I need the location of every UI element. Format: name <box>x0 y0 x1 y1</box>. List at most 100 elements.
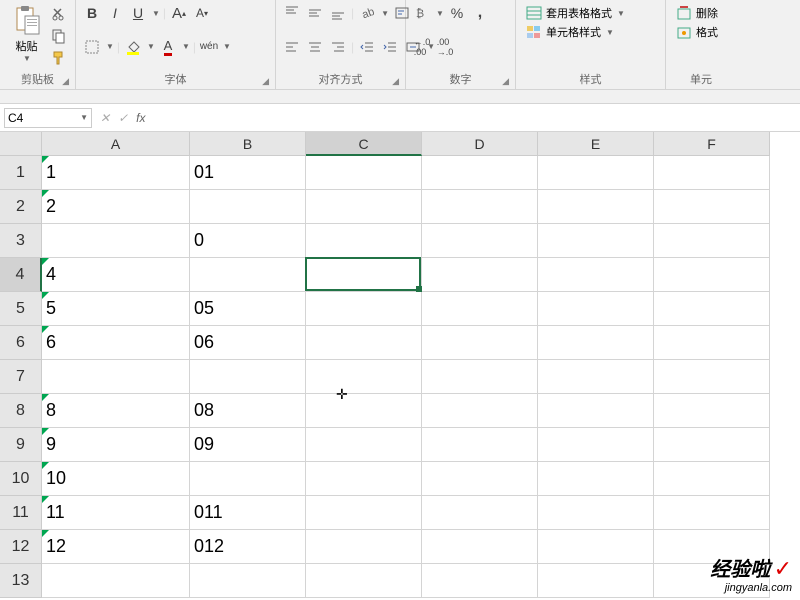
column-header-C[interactable]: C <box>306 132 422 156</box>
cell-B12[interactable]: 012 <box>190 530 306 564</box>
cell-C9[interactable] <box>306 428 422 462</box>
cell-B3[interactable]: 0 <box>190 224 306 258</box>
cell-D8[interactable] <box>422 394 538 428</box>
row-header-3[interactable]: 3 <box>0 224 42 258</box>
cell-D6[interactable] <box>422 326 538 360</box>
column-header-F[interactable]: F <box>654 132 770 156</box>
cell-F10[interactable] <box>654 462 770 496</box>
cell-C7[interactable] <box>306 360 422 394</box>
chevron-down-icon[interactable]: ▼ <box>80 113 88 122</box>
column-header-A[interactable]: A <box>42 132 190 156</box>
cell-B2[interactable] <box>190 190 306 224</box>
fill-color-button[interactable] <box>123 37 143 57</box>
cell-D12[interactable] <box>422 530 538 564</box>
row-header-13[interactable]: 13 <box>0 564 42 598</box>
increase-indent-button[interactable] <box>380 37 400 57</box>
cell-A3[interactable] <box>42 224 190 258</box>
orientation-button[interactable]: ab <box>357 3 377 23</box>
cell-styles-button[interactable]: 单元格样式▼ <box>522 23 659 41</box>
cell-C2[interactable] <box>306 190 422 224</box>
row-header-1[interactable]: 1 <box>0 156 42 190</box>
paste-button[interactable]: 粘贴 ▼ <box>6 2 47 68</box>
cell-E1[interactable] <box>538 156 654 190</box>
cell-F8[interactable] <box>654 394 770 428</box>
row-header-10[interactable]: 10 <box>0 462 42 496</box>
cell-A10[interactable]: 10 <box>42 462 190 496</box>
cell-D5[interactable] <box>422 292 538 326</box>
cell-B7[interactable] <box>190 360 306 394</box>
align-right-button[interactable] <box>328 37 348 57</box>
cell-E3[interactable] <box>538 224 654 258</box>
chevron-down-icon[interactable]: ▼ <box>223 42 231 51</box>
cell-A13[interactable] <box>42 564 190 598</box>
align-center-button[interactable] <box>305 37 325 57</box>
align-left-button[interactable] <box>282 37 302 57</box>
cell-F9[interactable] <box>654 428 770 462</box>
cell-D4[interactable] <box>422 258 538 292</box>
cell-F1[interactable] <box>654 156 770 190</box>
copy-button[interactable] <box>49 26 69 46</box>
cell-C6[interactable] <box>306 326 422 360</box>
row-header-6[interactable]: 6 <box>0 326 42 360</box>
format-painter-button[interactable] <box>49 48 69 68</box>
cell-E4[interactable] <box>538 258 654 292</box>
cell-A7[interactable] <box>42 360 190 394</box>
cell-C4[interactable] <box>306 258 422 292</box>
dialog-launcher-icon[interactable]: ◢ <box>392 76 399 87</box>
cell-B9[interactable]: 09 <box>190 428 306 462</box>
cell-C3[interactable] <box>306 224 422 258</box>
name-box[interactable]: C4 ▼ <box>4 108 92 128</box>
dialog-launcher-icon[interactable]: ◢ <box>262 76 269 87</box>
cell-F7[interactable] <box>654 360 770 394</box>
cell-D2[interactable] <box>422 190 538 224</box>
cell-F4[interactable] <box>654 258 770 292</box>
cell-A1[interactable]: 1 <box>42 156 190 190</box>
cell-E2[interactable] <box>538 190 654 224</box>
row-header-2[interactable]: 2 <box>0 190 42 224</box>
cell-E6[interactable] <box>538 326 654 360</box>
accept-formula-button[interactable]: ✓ <box>118 111 128 125</box>
cell-E5[interactable] <box>538 292 654 326</box>
decrease-font-button[interactable]: A▾ <box>192 3 212 23</box>
row-header-9[interactable]: 9 <box>0 428 42 462</box>
align-middle-button[interactable] <box>305 3 325 23</box>
align-top-button[interactable] <box>282 3 302 23</box>
increase-decimal-button[interactable]: ←.0.00 <box>412 37 432 57</box>
select-all-corner[interactable] <box>0 132 42 156</box>
cell-A9[interactable]: 9 <box>42 428 190 462</box>
cell-B10[interactable] <box>190 462 306 496</box>
cell-E10[interactable] <box>538 462 654 496</box>
cell-A5[interactable]: 5 <box>42 292 190 326</box>
cell-D10[interactable] <box>422 462 538 496</box>
cell-A12[interactable]: 12 <box>42 530 190 564</box>
cell-C5[interactable] <box>306 292 422 326</box>
cell-B8[interactable]: 08 <box>190 394 306 428</box>
cell-C1[interactable] <box>306 156 422 190</box>
cell-A8[interactable]: 8 <box>42 394 190 428</box>
cell-F2[interactable] <box>654 190 770 224</box>
cell-D1[interactable] <box>422 156 538 190</box>
chevron-down-icon[interactable]: ▼ <box>152 9 160 18</box>
cell-A2[interactable]: 2 <box>42 190 190 224</box>
row-header-4[interactable]: 4 <box>0 258 42 292</box>
underline-button[interactable]: U <box>128 3 148 23</box>
row-header-5[interactable]: 5 <box>0 292 42 326</box>
cell-C11[interactable] <box>306 496 422 530</box>
cell-F6[interactable] <box>654 326 770 360</box>
row-header-12[interactable]: 12 <box>0 530 42 564</box>
decrease-decimal-button[interactable]: .00→.0 <box>435 37 455 57</box>
align-bottom-button[interactable] <box>328 3 348 23</box>
cell-B13[interactable] <box>190 564 306 598</box>
phonetic-button[interactable]: wén <box>199 37 219 57</box>
cancel-formula-button[interactable]: ✕ <box>100 111 110 125</box>
row-header-8[interactable]: 8 <box>0 394 42 428</box>
cell-D3[interactable] <box>422 224 538 258</box>
cell-B11[interactable]: 011 <box>190 496 306 530</box>
format-as-table-button[interactable]: 套用表格格式▼ <box>522 4 659 22</box>
cell-D7[interactable] <box>422 360 538 394</box>
delete-cells-button[interactable]: 删除 <box>672 4 730 22</box>
font-color-button[interactable]: A <box>158 37 178 57</box>
cell-E13[interactable] <box>538 564 654 598</box>
cell-D13[interactable] <box>422 564 538 598</box>
cell-C12[interactable] <box>306 530 422 564</box>
